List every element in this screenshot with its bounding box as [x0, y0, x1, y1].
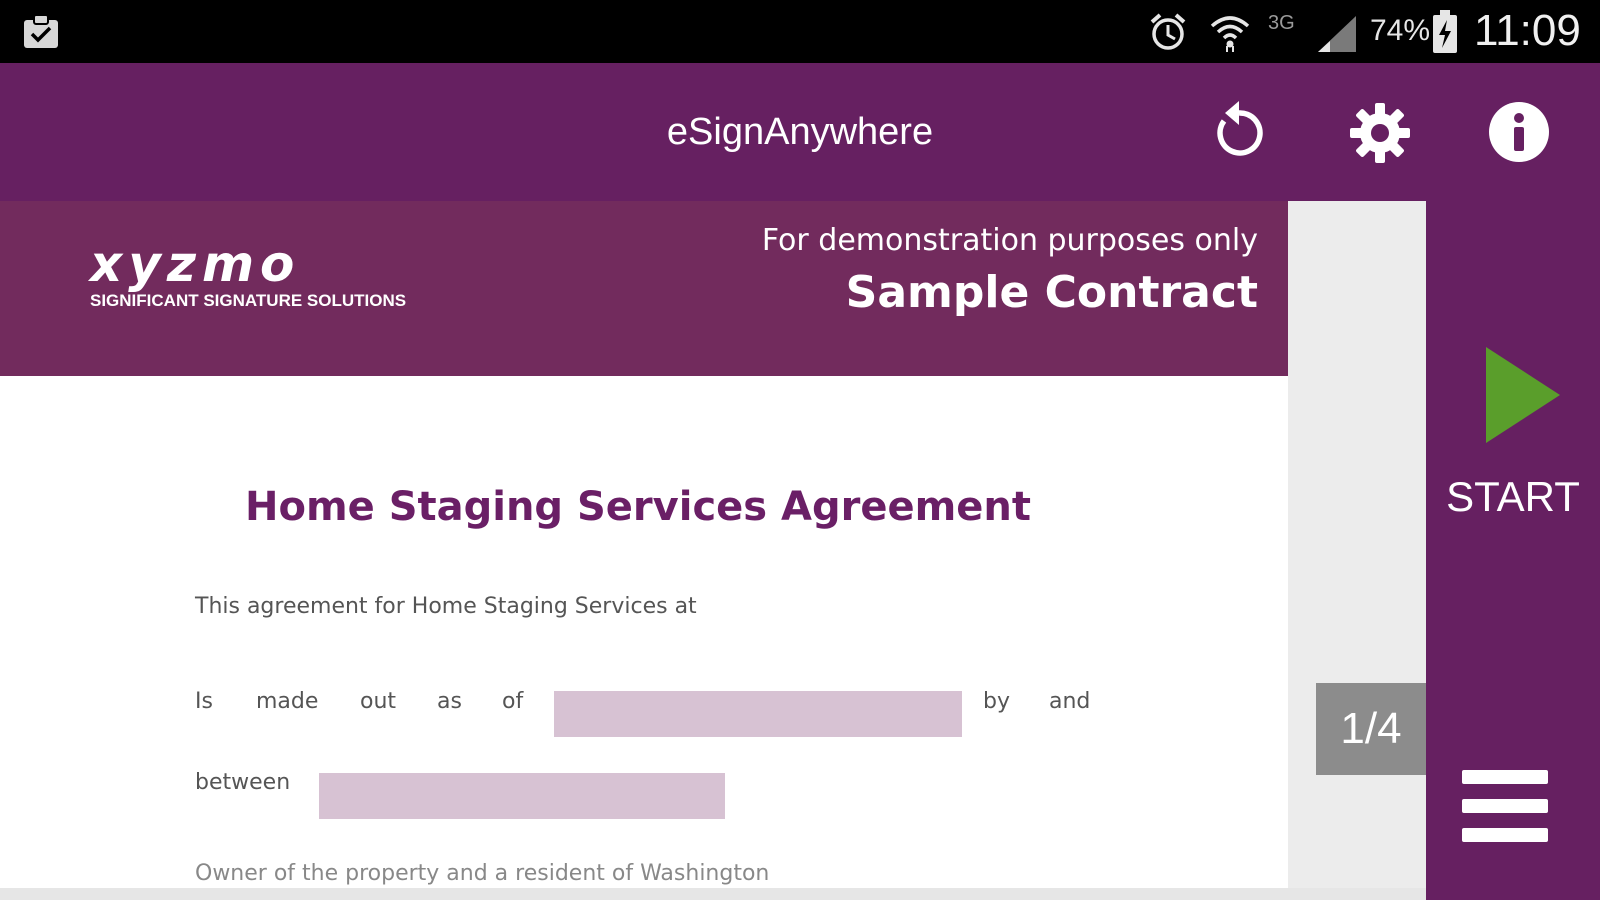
- clock: 11:09: [1474, 6, 1581, 55]
- signal-icon: [1316, 14, 1358, 58]
- document-header: xyzmo SIGNIFICANT SIGNATURE SOLUTIONS Fo…: [0, 201, 1288, 376]
- app-bar: eSignAnywhere: [0, 63, 1600, 201]
- agreement-line-4: Owner of the property and a resident of …: [195, 861, 770, 886]
- party-name-field[interactable]: [319, 773, 725, 819]
- status-bar: 3G 74% 11:09: [0, 0, 1600, 63]
- agreement-line-1: This agreement for Home Staging Services…: [195, 594, 697, 619]
- refresh-icon[interactable]: [1210, 99, 1268, 165]
- text-word: by: [983, 689, 1010, 714]
- page-rail: [1288, 201, 1426, 900]
- bottom-strip: [0, 888, 1426, 900]
- start-label: START: [1446, 473, 1580, 520]
- battery-charging-icon: [1432, 10, 1458, 58]
- battery-percent: 74%: [1370, 14, 1431, 47]
- xyzmo-logo: xyzmo SIGNIFICANT SIGNATURE SOLUTIONS: [90, 235, 407, 310]
- page-indicator: 1/4: [1316, 683, 1426, 775]
- text-word: between: [195, 770, 291, 795]
- gear-icon[interactable]: [1348, 101, 1412, 169]
- text-word: and: [1049, 689, 1091, 714]
- document-page[interactable]: xyzmo SIGNIFICANT SIGNATURE SOLUTIONS Fo…: [0, 201, 1288, 888]
- start-button[interactable]: START: [1426, 335, 1600, 535]
- info-icon[interactable]: [1488, 101, 1550, 167]
- demo-notice: For demonstration purposes only: [761, 223, 1258, 258]
- document-title: Sample Contract: [845, 267, 1258, 318]
- text-word: of: [502, 689, 524, 714]
- text-word: Is: [195, 689, 213, 714]
- text-word: out: [360, 689, 397, 714]
- network-type: 3G: [1268, 12, 1295, 34]
- text-word: made: [256, 689, 319, 714]
- agreement-title: Home Staging Services Agreement: [245, 484, 1031, 530]
- play-icon: [1482, 345, 1562, 449]
- hamburger-menu-icon[interactable]: [1462, 770, 1548, 848]
- alarm-icon: [1148, 12, 1188, 56]
- date-field[interactable]: [554, 691, 962, 737]
- text-word: as: [437, 689, 462, 714]
- wifi-icon: [1208, 10, 1252, 58]
- clipboard-notification-icon: [22, 14, 60, 54]
